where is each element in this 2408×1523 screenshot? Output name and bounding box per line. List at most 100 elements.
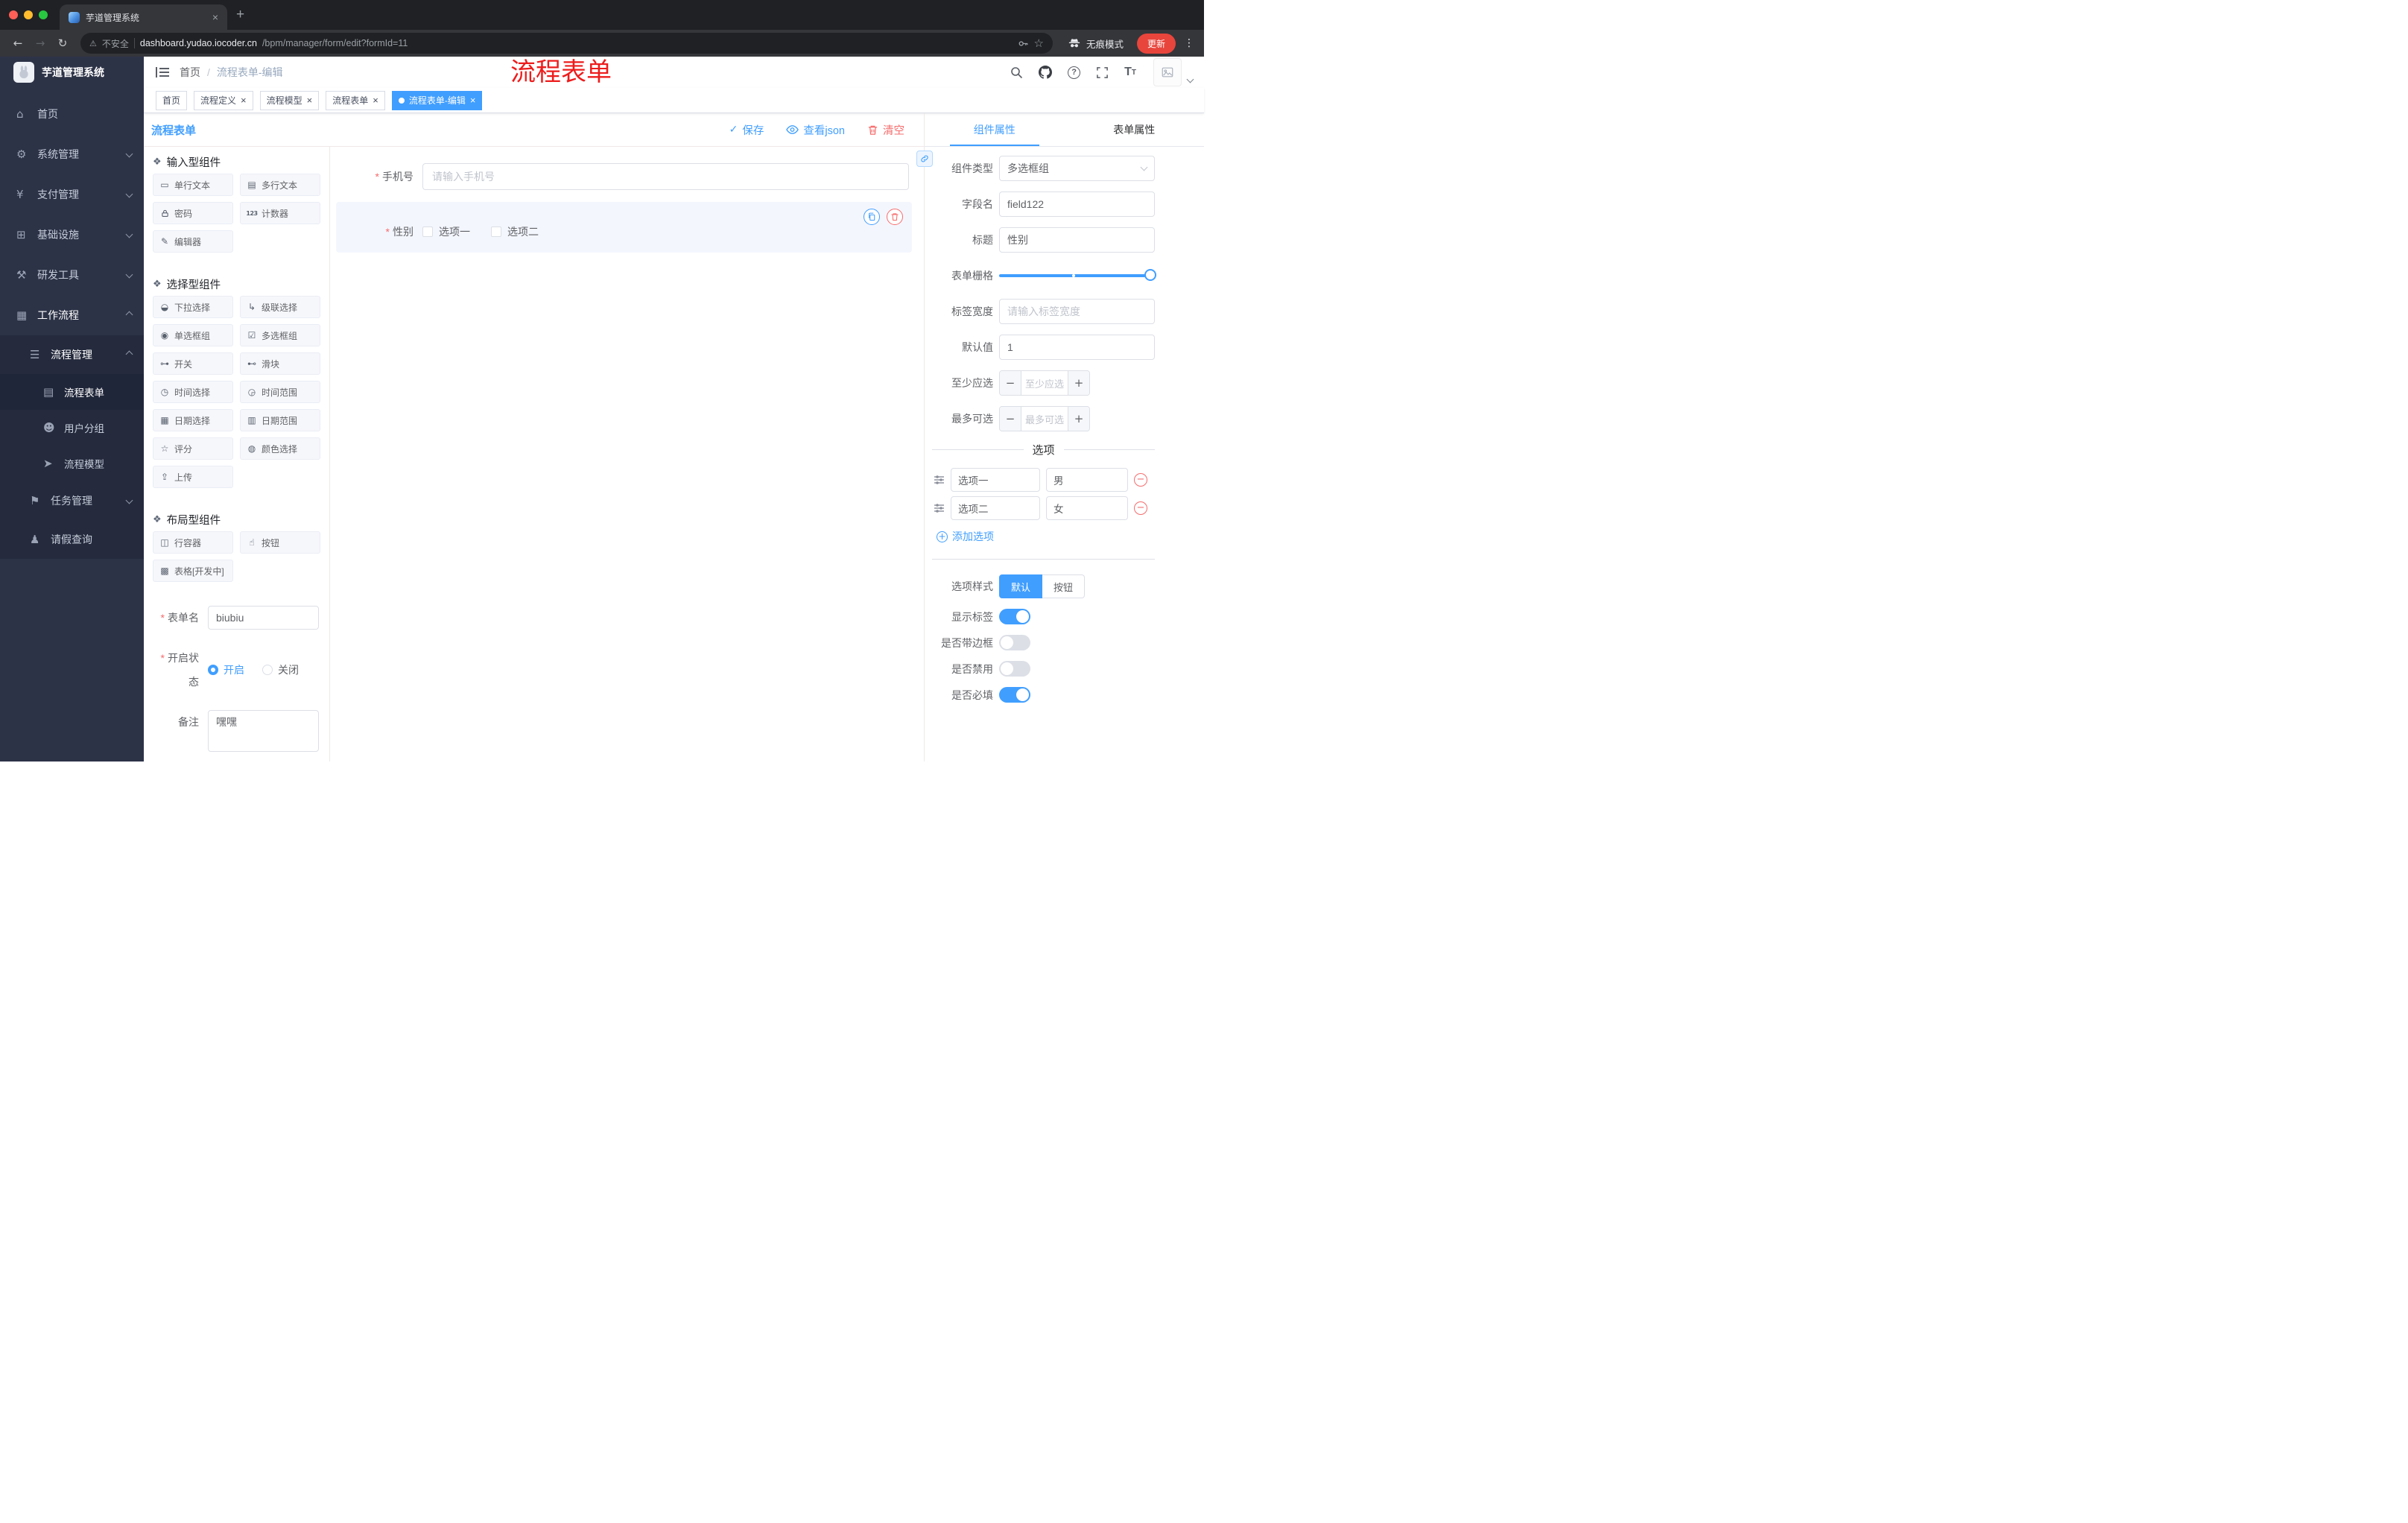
form-name-input[interactable] xyxy=(208,606,319,630)
border-switch[interactable] xyxy=(999,635,1030,650)
phone-input[interactable] xyxy=(422,163,909,190)
delete-widget-button[interactable] xyxy=(887,209,903,225)
palette-item-date-range[interactable]: ▥ 日期范围 xyxy=(240,409,320,431)
increase-icon[interactable]: + xyxy=(1068,407,1089,431)
palette-item-color-picker[interactable]: ◍ 颜色选择 xyxy=(240,437,320,460)
disabled-switch[interactable] xyxy=(999,661,1030,677)
palette-item-radio-group[interactable]: ◉ 单选框组 xyxy=(153,324,233,346)
help-icon[interactable]: ? xyxy=(1068,66,1081,79)
clear-button[interactable]: 清空 xyxy=(867,122,904,138)
tag-process-form-edit[interactable]: 流程表单-编辑 xyxy=(391,90,483,110)
tag-close-icon[interactable] xyxy=(373,95,378,106)
palette-item-multi-line-text[interactable]: ▤ 多行文本 xyxy=(240,174,320,196)
style-button-button[interactable]: 按钮 xyxy=(1042,574,1086,598)
sidebar-item-dev-tools[interactable]: ⚒ 研发工具 xyxy=(0,255,144,295)
tag-process-definition[interactable]: 流程定义 xyxy=(194,90,253,110)
palette-item-upload[interactable]: ⇪ 上传 xyxy=(153,466,233,488)
slider-handle[interactable] xyxy=(1144,269,1156,281)
github-icon[interactable] xyxy=(1039,66,1053,79)
breadcrumb-home[interactable]: 首页 xyxy=(180,65,200,80)
status-on-radio[interactable]: 开启 xyxy=(208,662,244,677)
gender-option1-checkbox[interactable]: 选项一 xyxy=(422,224,470,239)
gender-option2-checkbox[interactable]: 选项二 xyxy=(491,224,539,239)
palette-item-time-picker[interactable]: ◷ 时间选择 xyxy=(153,381,233,403)
window-close-button[interactable] xyxy=(9,10,18,19)
palette-item-password[interactable]: 密码 xyxy=(153,202,233,224)
remove-option-icon[interactable] xyxy=(1134,473,1147,487)
sidebar-item-home[interactable]: ⌂ 首页 xyxy=(0,94,144,134)
form-widget-gender[interactable]: 性别 选项一 选项二 xyxy=(336,202,912,253)
palette-item-date-picker[interactable]: ▦ 日期选择 xyxy=(153,409,233,431)
drag-handle-icon[interactable] xyxy=(934,475,945,485)
status-off-radio[interactable]: 关闭 xyxy=(262,662,299,677)
max-select-stepper[interactable]: − 最多可选 + xyxy=(999,406,1090,431)
field-name-input[interactable] xyxy=(999,191,1155,217)
save-button[interactable]: ✓ 保存 xyxy=(729,122,764,138)
view-json-button[interactable]: 查看json xyxy=(786,122,845,138)
copy-widget-button[interactable] xyxy=(864,209,880,225)
window-minimize-button[interactable] xyxy=(24,10,33,19)
fullscreen-icon[interactable] xyxy=(1096,66,1109,79)
tab-component-props[interactable]: 组件属性 xyxy=(925,113,1065,146)
sidebar-toggle-icon[interactable] xyxy=(156,66,169,78)
required-switch[interactable] xyxy=(999,687,1030,703)
sidebar-item-infrastructure[interactable]: ⊞ 基础设施 xyxy=(0,215,144,255)
add-option-button[interactable]: 添加选项 xyxy=(937,529,994,544)
palette-item-switch[interactable]: ⊶ 开关 xyxy=(153,352,233,375)
link-icon[interactable] xyxy=(916,151,933,167)
palette-item-button[interactable]: ☝ 按钮 xyxy=(240,531,320,554)
palette-item-rate[interactable]: ☆ 评分 xyxy=(153,437,233,460)
password-key-icon[interactable] xyxy=(1018,38,1029,49)
window-zoom-button[interactable] xyxy=(39,10,48,19)
palette-item-cascader[interactable]: ↳ 级联选择 xyxy=(240,296,320,318)
component-type-select[interactable]: 多选框组 xyxy=(999,156,1155,181)
tab-form-props[interactable]: 表单属性 xyxy=(1065,113,1205,146)
sidebar-item-task-management[interactable]: ⚑ 任务管理 xyxy=(0,481,144,520)
form-widget-phone[interactable]: 手机号 xyxy=(336,157,912,196)
tag-process-form[interactable]: 流程表单 xyxy=(326,90,385,110)
palette-item-slider[interactable]: ⊷ 滑块 xyxy=(240,352,320,375)
remove-option-icon[interactable] xyxy=(1134,501,1147,515)
option-label-input[interactable] xyxy=(951,468,1040,492)
sidebar-item-leave-query[interactable]: ♟ 请假查询 xyxy=(0,520,144,559)
browser-menu-icon[interactable]: ⋮ xyxy=(1182,37,1197,49)
min-select-stepper[interactable]: − 至少应选 + xyxy=(999,370,1090,396)
tab-close-icon[interactable]: × xyxy=(212,11,218,23)
title-input[interactable] xyxy=(999,227,1155,253)
sidebar-item-workflow[interactable]: ▦ 工作流程 xyxy=(0,295,144,335)
sidebar-item-process-management[interactable]: ☰ 流程管理 xyxy=(0,335,144,374)
font-size-icon[interactable]: TT xyxy=(1124,66,1136,79)
tag-close-icon[interactable] xyxy=(241,95,247,106)
sidebar-item-process-form[interactable]: ▤ 流程表单 xyxy=(0,374,144,410)
palette-item-counter[interactable]: 123 计数器 xyxy=(240,202,320,224)
option-label-input[interactable] xyxy=(951,496,1040,520)
tag-close-icon[interactable] xyxy=(307,95,313,106)
tag-close-icon[interactable] xyxy=(470,95,476,106)
back-button[interactable]: ← xyxy=(7,33,28,54)
default-value-input[interactable] xyxy=(999,335,1155,360)
new-tab-button[interactable]: + xyxy=(236,7,244,23)
palette-item-checkbox-group[interactable]: ☑ 多选框组 xyxy=(240,324,320,346)
option-value-input[interactable] xyxy=(1046,496,1128,520)
avatar-dropdown-icon[interactable] xyxy=(1186,75,1194,83)
user-avatar[interactable] xyxy=(1153,58,1194,86)
tag-home[interactable]: 首页 xyxy=(156,90,188,110)
browser-tab[interactable]: 芋道管理系统 × xyxy=(60,4,227,30)
style-default-button[interactable]: 默认 xyxy=(999,574,1043,598)
decrease-icon[interactable]: − xyxy=(1000,371,1021,395)
palette-item-table[interactable]: ▩ 表格[开发中] xyxy=(153,560,233,582)
address-bar[interactable]: ⚠ 不安全 dashboard.yudao.iocoder.cn /bpm/ma… xyxy=(80,33,1053,54)
increase-icon[interactable]: + xyxy=(1068,371,1089,395)
label-width-input[interactable] xyxy=(999,299,1155,324)
bookmark-star-icon[interactable]: ☆ xyxy=(1034,37,1044,50)
palette-item-single-line-text[interactable]: ▭ 单行文本 xyxy=(153,174,233,196)
decrease-icon[interactable]: − xyxy=(1000,407,1021,431)
tag-process-model[interactable]: 流程模型 xyxy=(259,90,320,110)
forward-button[interactable]: → xyxy=(30,33,51,54)
grid-slider[interactable] xyxy=(999,263,1156,288)
sidebar-item-payment-management[interactable]: ¥ 支付管理 xyxy=(0,174,144,215)
browser-update-button[interactable]: 更新 xyxy=(1136,33,1176,54)
sidebar-item-system-management[interactable]: ⚙ 系统管理 xyxy=(0,134,144,174)
palette-item-rich-editor[interactable]: ✎ 编辑器 xyxy=(153,230,233,253)
sidebar-item-user-group[interactable]: ☻ 用户分组 xyxy=(0,410,144,446)
